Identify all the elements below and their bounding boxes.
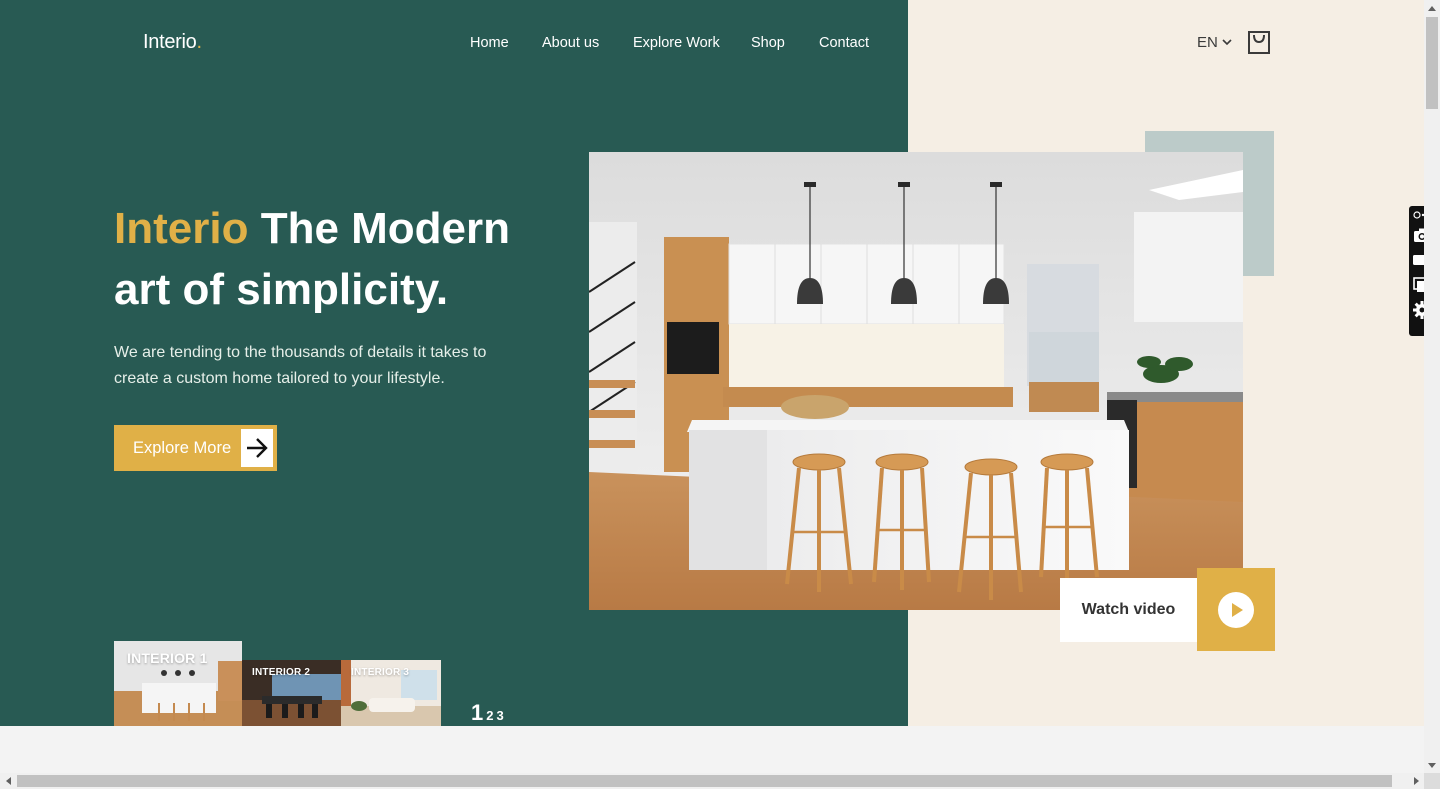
nav-shop[interactable]: Shop — [751, 35, 785, 51]
hero-title: Interio The Modern art of simplicity. — [114, 198, 554, 320]
explore-more-button[interactable]: Explore More — [114, 425, 277, 471]
shopping-bag-icon[interactable] — [1247, 30, 1271, 55]
language-label: EN — [1197, 34, 1218, 51]
horizontal-scrollbar[interactable] — [0, 773, 1424, 789]
page: Interio. Home About us Explore Work Shop… — [0, 0, 1424, 773]
nav-contact[interactable]: Contact — [819, 35, 869, 51]
pager-item-3[interactable]: 3 — [496, 708, 503, 723]
pager-item-1[interactable]: 1 — [471, 700, 483, 726]
play-icon — [1218, 591, 1254, 628]
chevron-down-icon — [1222, 39, 1232, 46]
watch-video-label[interactable]: Watch video — [1060, 578, 1197, 642]
language-selector[interactable]: EN — [1197, 34, 1232, 51]
hero-description: We are tending to the thousands of detai… — [114, 344, 487, 387]
nav-explore-work[interactable]: Explore Work — [633, 35, 720, 51]
logo-text: Interio — [143, 31, 197, 53]
interior-thumbnail-1-label: INTERIOR 1 — [127, 650, 208, 666]
explore-more-label: Explore More — [133, 438, 232, 457]
logo-dot: . — [196, 31, 203, 53]
site-logo[interactable]: Interio. — [143, 31, 202, 54]
vertical-scrollbar[interactable] — [1424, 0, 1440, 773]
vertical-scrollbar-thumb[interactable] — [1426, 17, 1438, 109]
interior-thumbnail-1[interactable]: INTERIOR 1 — [114, 641, 242, 726]
interior-thumbnail-2-label: INTERIOR 2 — [252, 667, 311, 678]
scroll-left-icon[interactable] — [0, 773, 16, 789]
nav-home[interactable]: Home — [470, 35, 509, 51]
hero-title-brand: Interio — [114, 204, 249, 253]
play-video-button[interactable] — [1197, 568, 1275, 651]
interior-thumbnail-3-label: INTERIOR 3 — [351, 667, 410, 678]
scroll-down-icon[interactable] — [1424, 757, 1440, 773]
slide-pager: 1 2 3 — [471, 700, 504, 726]
hero-kitchen-image — [589, 152, 1243, 610]
scroll-up-icon[interactable] — [1424, 0, 1440, 16]
nav-about-us[interactable]: About us — [542, 35, 599, 51]
arrow-right-icon — [241, 429, 273, 467]
scroll-right-icon[interactable] — [1408, 773, 1424, 789]
pager-item-2[interactable]: 2 — [486, 708, 493, 723]
horizontal-scrollbar-thumb[interactable] — [17, 775, 1392, 787]
scrollbar-corner — [1424, 773, 1440, 789]
interior-thumbnail-3[interactable]: INTERIOR 3 — [341, 660, 441, 726]
interior-thumbnail-2[interactable]: INTERIOR 2 — [242, 660, 341, 726]
